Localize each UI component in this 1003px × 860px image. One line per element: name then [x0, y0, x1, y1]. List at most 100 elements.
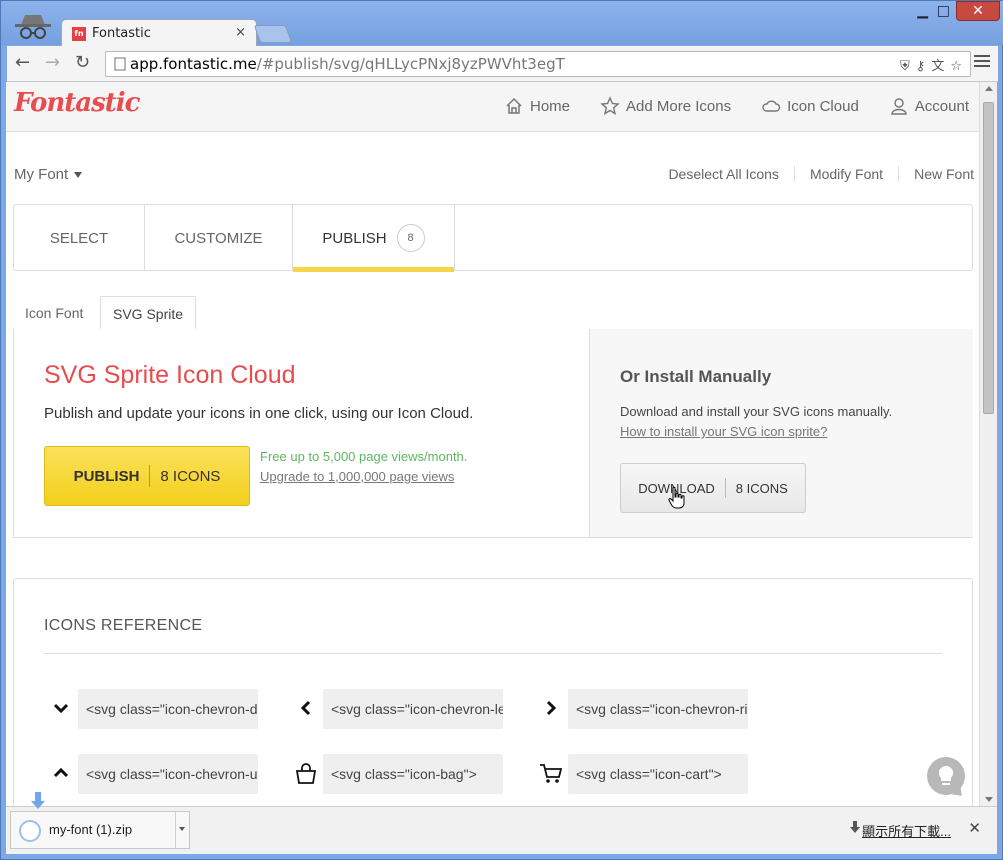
button-divider [149, 465, 151, 487]
key-icon[interactable]: ⚷ [916, 59, 926, 74]
translate-icon[interactable]: 文 [931, 59, 944, 74]
deselect-all-icons-link[interactable]: Deselect All Icons [653, 166, 794, 182]
show-all-downloads-link[interactable]: 顯示所有下載... [862, 821, 951, 840]
button-divider [724, 478, 726, 498]
font-selector[interactable]: My Font [14, 166, 83, 183]
bag-icon [295, 763, 317, 784]
back-button[interactable]: ← [15, 52, 30, 73]
download-progress-arrow-icon [31, 792, 45, 809]
font-name: My Font [14, 166, 69, 183]
user-icon [891, 98, 907, 115]
reference-code[interactable]: <svg class="icon-chevron-up"> [78, 754, 258, 794]
publish-subtabs: Icon Font SVG Sprite [13, 292, 973, 331]
nav-account[interactable]: Account [889, 96, 969, 116]
font-row: My Font Deselect All Icons Modify Font N… [14, 166, 974, 188]
chevron-down-icon [53, 703, 69, 714]
url-text: app.fontastic.me/#publish/svg/qHLLycPNxj… [130, 55, 565, 73]
icon-cloud-section: SVG Sprite Icon Cloud Publish and update… [14, 329, 589, 537]
new-font-link[interactable]: New Font [898, 166, 974, 182]
reference-item: <svg class="icon-cart"> [538, 754, 783, 794]
reference-item: <svg class="icon-chevron-down"> [48, 689, 293, 729]
tab-publish-label: PUBLISH [322, 229, 387, 247]
install-help-link[interactable]: How to install your SVG icon sprite? [620, 424, 827, 439]
icon-cloud-description: Publish and update your icons in one cli… [44, 405, 474, 422]
download-item[interactable]: my-font (1).zip [10, 811, 190, 849]
chrome-menu-icon[interactable] [974, 55, 990, 69]
reload-button[interactable]: ↻ [75, 52, 90, 73]
bookmark-star-icon[interactable]: ☆ [950, 59, 962, 74]
chevron-right-icon [546, 700, 557, 716]
cart-icon [540, 764, 563, 783]
step-tabs: SELECT CUSTOMIZE PUBLISH 8 [13, 204, 973, 272]
maximize-button[interactable]: □ [937, 3, 950, 19]
nav-icon-cloud-label: Icon Cloud [787, 97, 859, 115]
scroll-down-arrow[interactable] [985, 797, 993, 802]
nav-add-more-icons-label: Add More Icons [626, 97, 732, 115]
url-host: app.fontastic.me [130, 55, 257, 73]
home-icon [506, 97, 522, 114]
new-tab-button[interactable] [253, 25, 293, 43]
tab-customize[interactable]: CUSTOMIZE [145, 205, 293, 271]
reference-item: <svg class="icon-chevron-left"> [293, 689, 538, 729]
publish-button[interactable]: PUBLISH 8 ICONS [44, 446, 250, 506]
publish-button-label: PUBLISH [73, 467, 140, 485]
download-item-menu-button[interactable] [175, 812, 189, 848]
zip-file-icon [19, 820, 41, 842]
manual-install-description: Download and install your SVG icons manu… [620, 404, 893, 419]
reference-item: <svg class="icon-chevron-right"> [538, 689, 783, 729]
download-shelf: my-font (1).zip 顯示所有下載... ✕ [6, 806, 997, 854]
fontastic-favicon-icon: fn [72, 27, 86, 41]
tab-select[interactable]: SELECT [14, 205, 145, 271]
caret-down-icon [74, 172, 83, 179]
shield-icon[interactable]: ⛨ [900, 59, 910, 74]
reference-code[interactable]: <svg class="icon-chevron-right"> [568, 689, 748, 729]
tab-publish[interactable]: PUBLISH 8 [293, 205, 455, 272]
download-filename: my-font (1).zip [49, 822, 133, 837]
subtab-icon-font[interactable]: Icon Font [13, 296, 95, 330]
forward-button[interactable]: → [45, 52, 60, 73]
free-plan-note: Free up to 5,000 page views/month. [260, 449, 468, 464]
page-icon [114, 57, 126, 71]
publish-panel: SVG Sprite Icon Cloud Publish and update… [13, 329, 973, 538]
page-viewport: Fontastic Home Add More Icons Icon Cloud… [6, 82, 979, 806]
browser-tab[interactable]: fn Fontastic × [61, 19, 257, 47]
scrollbar-thumb[interactable] [983, 102, 994, 414]
reference-code[interactable]: <svg class="icon-chevron-down"> [78, 689, 258, 729]
manual-install-section: Or Install Manually Download and install… [589, 329, 973, 537]
app-header: Fontastic Home Add More Icons Icon Cloud… [6, 82, 979, 132]
close-shelf-icon[interactable]: ✕ [968, 819, 981, 837]
publish-count-badge: 8 [396, 224, 425, 252]
nav-add-more-icons[interactable]: Add More Icons [600, 96, 731, 116]
download-button-count: 8 ICONS [735, 480, 788, 496]
tab-close-icon[interactable]: × [235, 25, 246, 40]
download-button[interactable]: DOWNLOAD 8 ICONS [620, 463, 806, 513]
nav-home[interactable]: Home [504, 96, 570, 116]
incognito-icon [15, 15, 51, 39]
subtab-svg-sprite[interactable]: SVG Sprite [100, 296, 197, 331]
browser-toolbar: ← → ↻ app.fontastic.me/#publish/svg/qHLL… [7, 46, 998, 82]
nav-icon-cloud[interactable]: Icon Cloud [761, 96, 859, 116]
cloud-icon [762, 100, 781, 112]
title-bar: fn Fontastic × ▁ □ ✕ [1, 1, 1003, 47]
address-bar[interactable]: app.fontastic.me/#publish/svg/qHLLycPNxj… [105, 51, 971, 77]
reference-item: <svg class="icon-bag"> [293, 754, 538, 794]
publish-button-count: 8 ICONS [160, 467, 221, 485]
vertical-scrollbar[interactable] [979, 82, 997, 806]
reference-code[interactable]: <svg class="icon-bag"> [323, 754, 503, 794]
divider [44, 653, 942, 654]
omnibox-icons: ⛨ ⚷ 文 ☆ [894, 55, 962, 74]
reference-item: <svg class="icon-chevron-up"> [48, 754, 293, 794]
fontastic-logo[interactable]: Fontastic [14, 88, 140, 118]
minimize-button[interactable]: ▁ [917, 3, 928, 19]
upgrade-link[interactable]: Upgrade to 1,000,000 page views [260, 469, 454, 484]
download-arrow-icon [850, 821, 860, 833]
help-lightbulb-icon[interactable] [927, 757, 965, 795]
icons-reference-title: ICONS REFERENCE [44, 617, 203, 634]
reference-code[interactable]: <svg class="icon-cart"> [568, 754, 748, 794]
window-close-button[interactable]: ✕ [956, 1, 1000, 21]
reference-code[interactable]: <svg class="icon-chevron-left"> [323, 689, 503, 729]
modify-font-link[interactable]: Modify Font [793, 166, 898, 182]
star-icon [600, 96, 620, 115]
scroll-up-arrow[interactable] [985, 86, 993, 91]
hand-cursor-icon [668, 486, 685, 509]
